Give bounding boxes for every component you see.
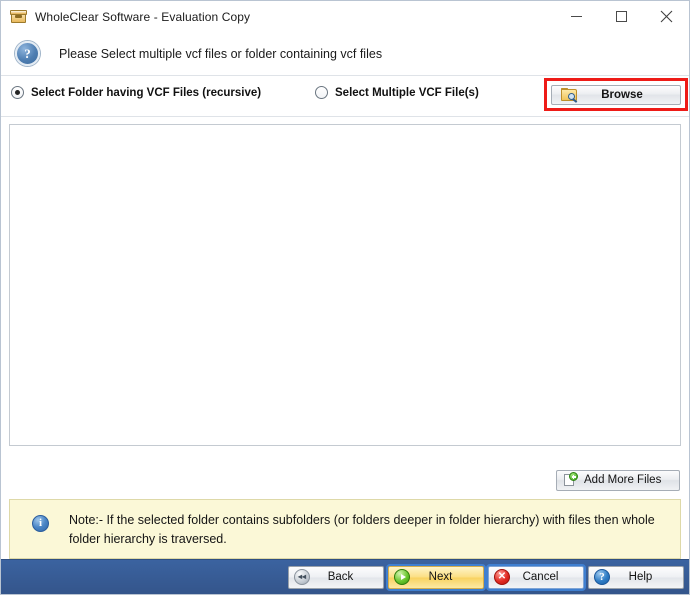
back-button[interactable]: ◂◂ Back	[288, 566, 384, 589]
radio-option-folder[interactable]: Select Folder having VCF Files (recursiv…	[11, 86, 261, 99]
selection-options-row: Select Folder having VCF Files (recursiv…	[1, 76, 689, 117]
file-list-container	[1, 117, 689, 461]
back-button-label: Back	[310, 571, 383, 583]
info-icon: i	[32, 515, 49, 532]
question-icon: ?	[594, 569, 610, 585]
next-button-label: Next	[410, 571, 483, 583]
page-add-icon	[564, 473, 577, 487]
radio-option-files[interactable]: Select Multiple VCF File(s)	[315, 86, 479, 99]
note-text: Note:- If the selected folder contains s…	[69, 511, 666, 550]
maximize-icon	[616, 11, 627, 22]
cancel-icon: ✕	[494, 569, 510, 585]
radio-folder-indicator[interactable]	[11, 86, 24, 99]
maximize-button[interactable]	[599, 1, 644, 32]
instruction-header: ? Please Select multiple vcf files or fo…	[1, 32, 689, 76]
package-icon	[10, 8, 27, 25]
instruction-text: Please Select multiple vcf files or fold…	[59, 47, 382, 61]
radio-folder-label: Select Folder having VCF Files (recursiv…	[31, 87, 261, 99]
folder-search-icon	[561, 88, 578, 102]
minimize-icon	[571, 16, 582, 17]
close-icon	[660, 10, 673, 23]
add-more-files-label: Add More Files	[584, 474, 661, 486]
footer-bar: ◂◂ Back Next ✕ Cancel ? Help	[1, 559, 689, 594]
help-button-label: Help	[610, 571, 683, 583]
cancel-button-label: Cancel	[510, 571, 583, 583]
close-button[interactable]	[644, 1, 689, 32]
application-window: WholeClear Software - Evaluation Copy ? …	[0, 0, 690, 595]
note-panel: i Note:- If the selected folder contains…	[9, 499, 681, 559]
title-bar: WholeClear Software - Evaluation Copy	[1, 1, 689, 32]
radio-files-indicator[interactable]	[315, 86, 328, 99]
minimize-button[interactable]	[554, 1, 599, 32]
file-list[interactable]	[9, 124, 681, 446]
browse-button[interactable]: Browse	[551, 85, 681, 105]
rewind-icon: ◂◂	[294, 569, 310, 585]
play-icon	[394, 569, 410, 585]
radio-files-label: Select Multiple VCF File(s)	[335, 87, 479, 99]
add-more-row: Add More Files	[1, 461, 689, 499]
window-title: WholeClear Software - Evaluation Copy	[35, 10, 250, 24]
question-mark-icon: ?	[15, 41, 40, 66]
help-button[interactable]: ? Help	[588, 566, 684, 589]
window-controls	[554, 1, 689, 32]
add-more-files-button[interactable]: Add More Files	[556, 470, 680, 491]
next-button[interactable]: Next	[388, 566, 484, 589]
browse-button-label: Browse	[578, 89, 680, 101]
cancel-button[interactable]: ✕ Cancel	[488, 566, 584, 589]
